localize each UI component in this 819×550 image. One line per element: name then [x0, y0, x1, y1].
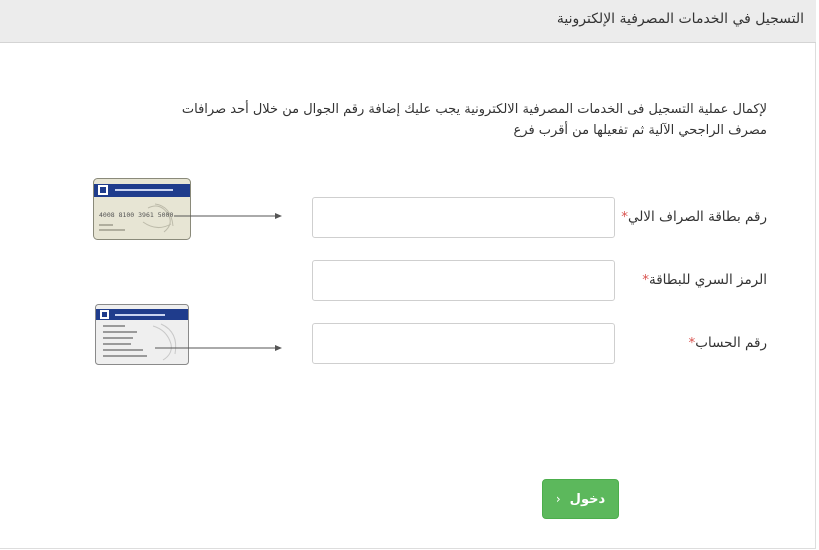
- instructions-line-2: مصرف الراجحي الآلية ثم تفعيلها من أقرب ف…: [513, 123, 767, 138]
- instructions-line-1: لإكمال عملية التسجيل فى الخدمات المصرفية…: [181, 102, 767, 117]
- card-number-label-text: رقم بطاقة الصراف الالي: [627, 209, 767, 225]
- required-mark: *: [642, 272, 649, 288]
- panel-header: التسجيل في الخدمات المصرفية الإلكترونية: [0, 0, 816, 43]
- pin-input[interactable]: [312, 260, 615, 301]
- account-number-label: رقم الحساب*: [689, 335, 767, 351]
- page-title: التسجيل في الخدمات المصرفية الإلكترونية: [556, 11, 804, 27]
- atm-card-front-image: 4008 8100 3961 5000: [93, 178, 191, 240]
- card-number-input[interactable]: [312, 197, 615, 238]
- instructions-text: لإكمال عملية التسجيل فى الخدمات المصرفية…: [127, 99, 767, 141]
- pin-label: الرمز السري للبطاقة*: [642, 272, 767, 288]
- card-number-label: رقم بطاقة الصراف الالي*: [621, 209, 767, 225]
- account-number-pointer-arrow: [155, 345, 282, 351]
- card-front-number: 4008 8100 3961 5000: [99, 211, 173, 219]
- chevron-icon: ‹: [555, 492, 561, 506]
- required-mark: *: [621, 209, 628, 225]
- account-number-label-text: رقم الحساب: [695, 335, 767, 351]
- card-number-pointer-arrow: [174, 213, 282, 219]
- account-number-input[interactable]: [312, 323, 615, 364]
- pin-label-text: الرمز السري للبطاقة: [648, 272, 767, 288]
- atm-card-back-image: [95, 304, 189, 365]
- registration-panel: التسجيل في الخدمات المصرفية الإلكترونية …: [0, 0, 816, 549]
- login-button[interactable]: دخول ‹: [542, 479, 619, 519]
- login-button-label: دخول: [569, 491, 606, 507]
